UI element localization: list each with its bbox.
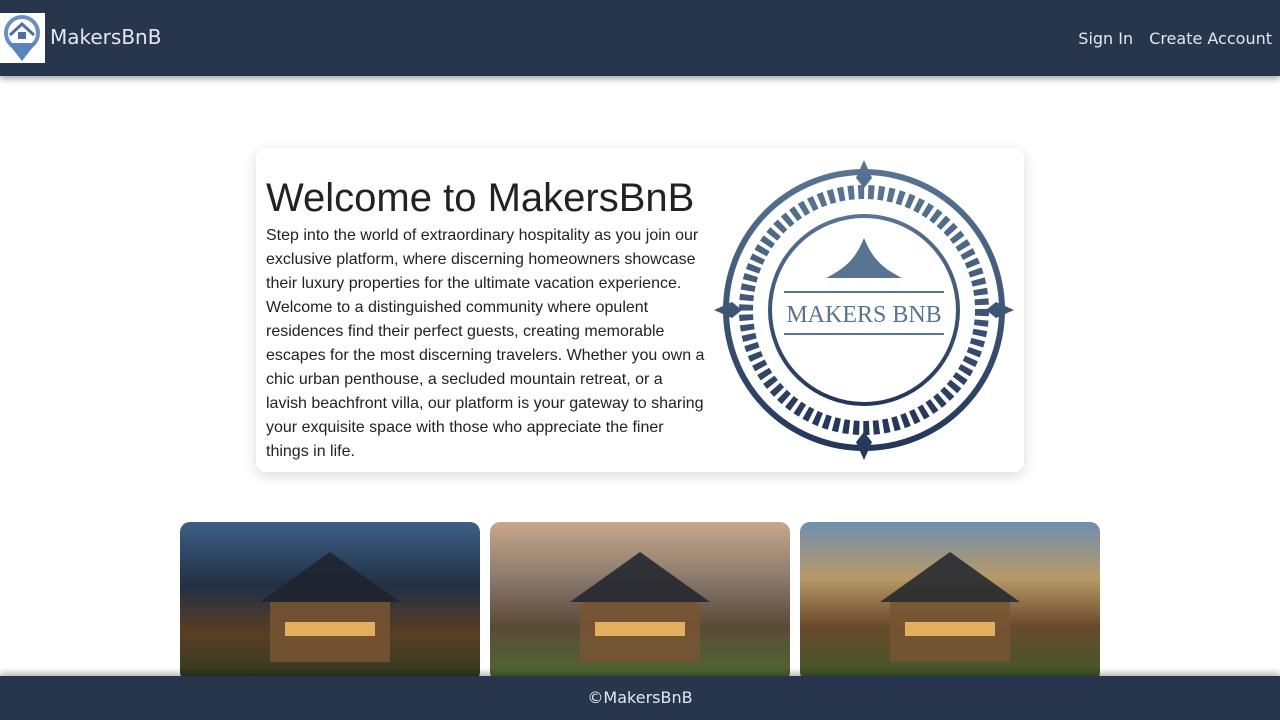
sign-in-link[interactable]: Sign In xyxy=(1078,29,1133,48)
property-gallery xyxy=(180,522,1100,682)
brand-name[interactable]: MakersBnB xyxy=(50,25,161,49)
create-account-link[interactable]: Create Account xyxy=(1149,29,1272,48)
navbar: MakersBnB Sign In Create Account xyxy=(0,0,1280,76)
logo-icon[interactable] xyxy=(0,13,45,63)
property-image[interactable] xyxy=(800,522,1100,682)
welcome-text: Step into the world of extraordinary hos… xyxy=(266,227,705,460)
emblem-text: MAKERS BNB xyxy=(786,302,941,328)
property-image[interactable] xyxy=(180,522,480,682)
welcome-card: Welcome to MakersBnB Step into the world… xyxy=(256,148,1024,472)
makersbnb-emblem: MAKERS BNB xyxy=(714,160,1014,460)
copyright-text: ©MakersBnB xyxy=(587,688,693,707)
property-image[interactable] xyxy=(490,522,790,682)
page-title: Welcome to MakersBnB xyxy=(266,176,695,220)
footer: ©MakersBnB xyxy=(0,676,1280,720)
